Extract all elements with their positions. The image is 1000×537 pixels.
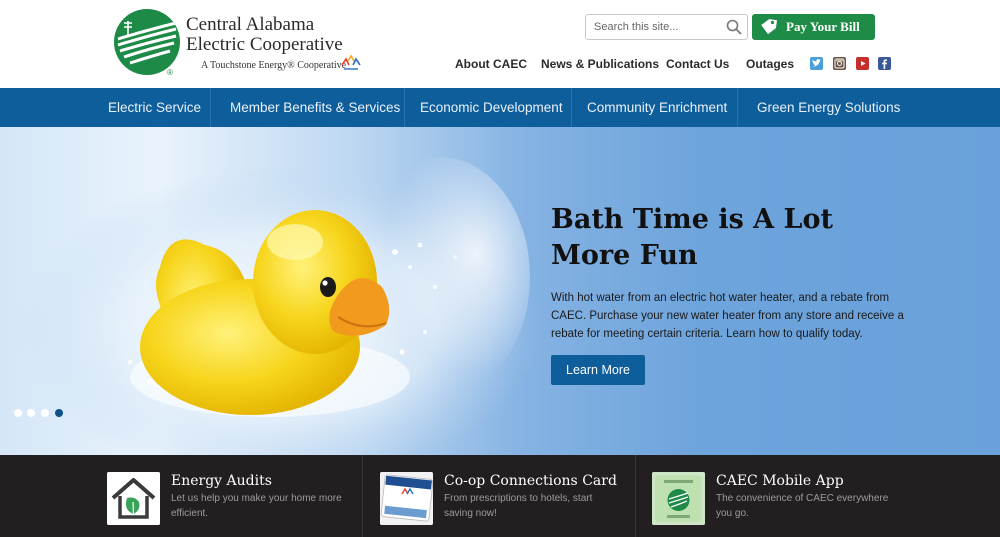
slider-dot-1[interactable]: [14, 409, 22, 417]
hero-title: Bath Time is A Lot More Fun: [551, 204, 833, 271]
nav-news-publications[interactable]: News & Publications: [541, 57, 659, 71]
learn-more-button[interactable]: Learn More: [551, 355, 645, 385]
mobile-app-icon: [652, 472, 705, 525]
brand-name-line1: Central Alabama: [186, 14, 315, 35]
nav-green-energy[interactable]: Green Energy Solutions: [757, 88, 900, 127]
house-leaf-icon: [107, 472, 160, 525]
hero-slider: Bath Time is A Lot More Fun With hot wat…: [0, 127, 1000, 455]
nav-divider: [737, 88, 738, 127]
feature-energy-audits[interactable]: Energy Audits Let us help you make your …: [107, 455, 367, 537]
feature-divider: [362, 455, 363, 537]
feature-title: Energy Audits: [171, 473, 272, 489]
feature-description: The convenience of CAEC everywhere you g…: [716, 493, 889, 519]
nav-member-benefits[interactable]: Member Benefits & Services: [230, 88, 400, 127]
registered-mark: ®: [167, 68, 173, 77]
connections-card-icon: [380, 472, 433, 525]
feature-description: From prescriptions to hotels, start savi…: [444, 493, 593, 519]
nav-community-enrichment[interactable]: Community Enrichment: [587, 88, 727, 127]
brand-tagline: A Touchstone Energy® Cooperative: [201, 60, 347, 71]
feature-title: Co-op Connections Card: [444, 473, 617, 489]
main-navigation: Electric Service Member Benefits & Servi…: [0, 88, 1000, 127]
nav-electric-service[interactable]: Electric Service: [108, 88, 201, 127]
brand-name-line2: Electric Cooperative: [186, 34, 343, 55]
pay-your-bill-label: Pay Your Bill: [786, 19, 860, 34]
search-input[interactable]: [586, 15, 722, 39]
feature-coop-connections[interactable]: Co-op Connections Card From prescription…: [380, 455, 630, 537]
instagram-icon[interactable]: [833, 57, 846, 70]
nav-divider: [210, 88, 211, 127]
tag-icon: [758, 17, 778, 37]
caec-logo-icon[interactable]: [114, 9, 180, 75]
site-search: [585, 14, 748, 40]
slider-dot-2[interactable]: [27, 409, 35, 417]
pay-your-bill-button[interactable]: Pay Your Bill: [752, 14, 875, 40]
search-icon[interactable]: [725, 18, 743, 36]
slider-dot-4[interactable]: [55, 409, 63, 417]
nav-about-caec[interactable]: About CAEC: [455, 57, 527, 71]
touchstone-energy-icon: [340, 54, 362, 71]
site-header: ® Central Alabama Electric Cooperative A…: [0, 0, 1000, 88]
nav-contact-us[interactable]: Contact Us: [666, 57, 729, 71]
brand-name[interactable]: Central Alabama Electric Cooperative: [186, 15, 343, 55]
youtube-icon[interactable]: [856, 57, 869, 70]
hero-description: With hot water from an electric hot wate…: [551, 292, 904, 340]
twitter-icon[interactable]: [810, 57, 823, 70]
nav-economic-development[interactable]: Economic Development: [420, 88, 563, 127]
rubber-duck-image: [20, 157, 540, 455]
feature-strip: Energy Audits Let us help you make your …: [0, 455, 1000, 537]
slider-dot-3[interactable]: [41, 409, 49, 417]
feature-divider: [635, 455, 636, 537]
feature-title: CAEC Mobile App: [716, 473, 844, 489]
nav-divider: [404, 88, 405, 127]
facebook-icon[interactable]: [878, 57, 891, 70]
nav-outages[interactable]: Outages: [746, 57, 794, 71]
feature-mobile-app[interactable]: CAEC Mobile App The convenience of CAEC …: [652, 455, 902, 537]
nav-divider: [571, 88, 572, 127]
feature-description: Let us help you make your home more effi…: [171, 493, 342, 519]
